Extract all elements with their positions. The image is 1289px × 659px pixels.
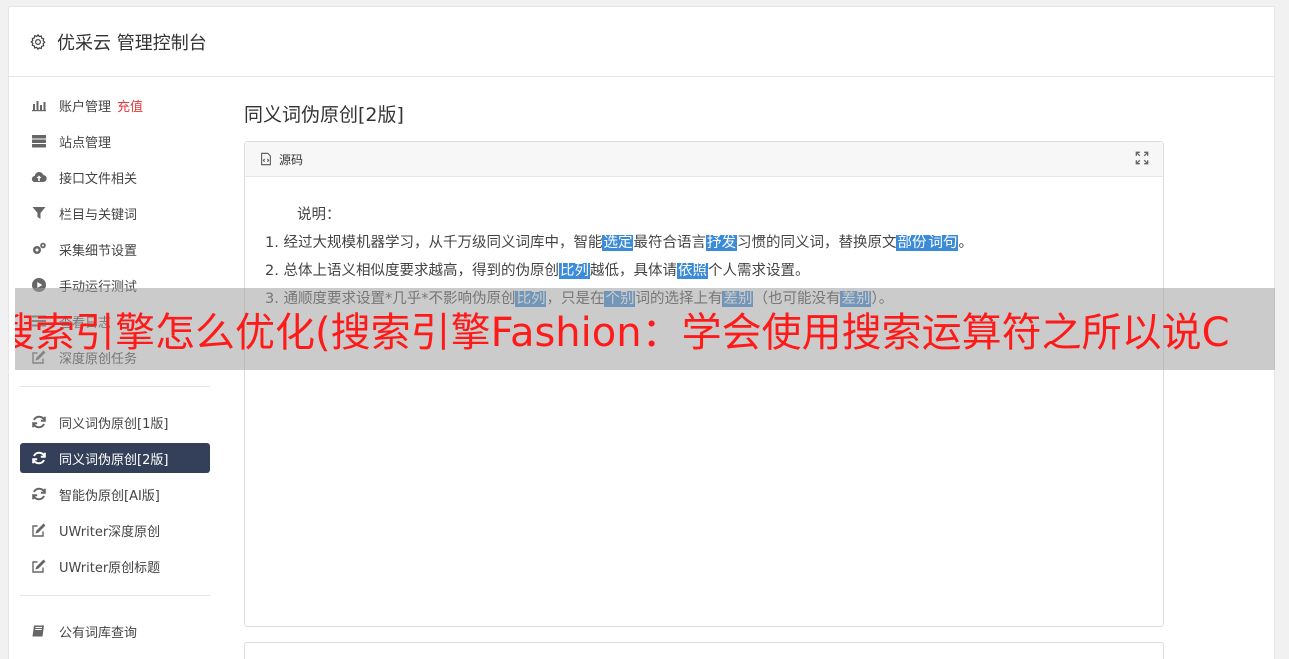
editor-line: 1. 经过大规模机器学习，从千万级同义词库中，智能选定最符合语言抒发习惯的同义词… [265,229,1143,257]
text-segment: 个人需求设置。 [707,263,810,279]
sidebar-item[interactable]: 同义词伪原创[2版] [20,443,210,473]
rich-text-editor[interactable]: 源码 说明： 1. 经过大规模机器学习，从千万级同义词库中，智能选定最符合语言抒… [244,141,1164,627]
highlighted-synonym: 比列 [558,263,590,279]
bar-chart-icon [30,96,48,114]
highlighted-synonym: 依照 [676,263,708,279]
sidebar-item[interactable]: 同义词伪原创[1版] [20,407,210,437]
edit-icon [30,521,48,539]
source-label: 源码 [279,152,304,167]
sidebar-item[interactable]: 采集细节设置 [20,234,210,264]
page-header-title: 优采云 管理控制台 [57,32,207,54]
edit-icon [30,557,48,575]
page-title: 同义词伪原创[2版] [244,104,404,126]
fullscreen-icon[interactable] [1135,150,1149,169]
sidebar-item-label: 接口文件相关 [59,171,138,187]
overlay-banner: 搜索引擎怎么优化(搜索引擎Fashion：学会使用搜索运算符之所以说C [15,288,1275,370]
recharge-link[interactable]: 充值 [117,96,143,115]
refresh-icon [30,413,48,431]
sidebar-item-label: 站点管理 [59,135,112,151]
sidebar-item-label: 同义词伪原创[1版] [59,416,169,432]
sidebar: 账户管理充值站点管理接口文件相关栏目与关键词采集细节设置手动运行测试查看日志深度… [20,90,210,659]
gear-icon [29,33,47,51]
book-icon [30,622,48,640]
highlighted-synonym: 词句 [927,235,959,251]
editor-toolbar: 源码 [245,142,1163,177]
sidebar-item-label: 栏目与关键词 [59,207,138,223]
text-segment: 习惯的同义词，替换原文 [736,235,897,251]
editor-line: 2. 总体上语义相似度要求越高，得到的伪原创比列越低，具体请依照个人需求设置。 [265,257,1143,285]
text-segment: 1. 经过大规模机器学习，从千万级同义词库中，智能 [265,235,603,251]
text-segment: 最符合语言 [633,235,706,251]
sidebar-item[interactable]: 公有词库查询 [20,616,210,646]
highlighted-synonym: 部份 [896,235,928,251]
sidebar-item[interactable]: 智能伪原创[AI版] [20,479,210,509]
refresh-icon [30,449,48,467]
source-button[interactable]: 源码 [259,151,303,168]
sidebar-item-label: UWriter原创标题 [59,560,161,576]
highlighted-synonym: 选定 [602,235,634,251]
sidebar-item[interactable]: 账户管理 充值 [20,90,210,120]
header: 优采云 管理控制台 [9,7,1274,77]
banner-text: 搜索引擎怎么优化(搜索引擎Fashion：学会使用搜索运算符之所以说C [15,310,1230,356]
sidebar-item[interactable]: UWriter深度原创 [20,515,210,545]
sidebar-item[interactable]: UWriter原创标题 [20,551,210,581]
refresh-icon [30,485,48,503]
sidebar-item-label: 同义词伪原创[2版] [59,452,169,468]
sidebar-item[interactable]: 栏目与关键词 [20,198,210,228]
sidebar-item[interactable]: 正文识别演示 [20,652,210,659]
text-segment: 2. 总体上语义相似度要求越高，得到的伪原创 [265,263,559,279]
sidebar-item-label: 智能伪原创[AI版] [59,488,160,504]
output-editor[interactable] [244,642,1164,659]
gears-icon [30,240,48,258]
filter-icon [30,204,48,222]
server-icon [30,132,48,150]
source-code-icon [261,152,271,166]
sidebar-item[interactable]: 接口文件相关 [20,162,210,192]
sidebar-item[interactable]: 站点管理 [20,126,210,156]
sidebar-divider [20,595,210,596]
sidebar-item-label: 公有词库查询 [59,625,138,641]
sidebar-divider [20,386,210,387]
sidebar-item-label: 采集细节设置 [59,243,138,259]
text-segment: 越低，具体请 [589,263,677,279]
sidebar-item-label: 账户管理 [59,99,112,115]
sidebar-item-label: UWriter深度原创 [59,524,161,540]
text-segment: 。 [958,235,973,251]
highlighted-synonym: 抒发 [705,235,737,251]
cloud-upload-icon [30,168,48,186]
editor-intro: 说明： [297,207,341,223]
